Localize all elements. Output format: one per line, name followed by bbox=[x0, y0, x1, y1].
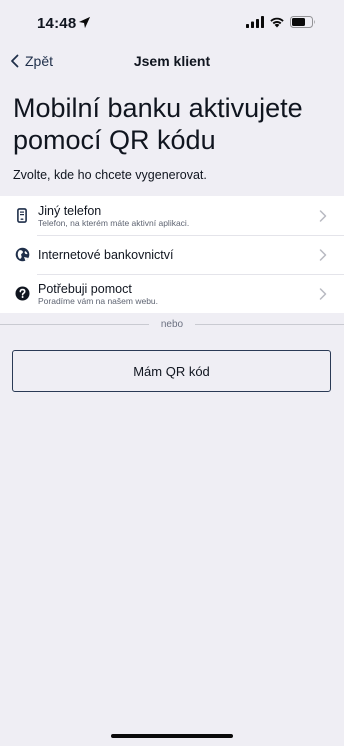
home-indicator[interactable] bbox=[111, 734, 233, 738]
option-title: Internetové bankovnictví bbox=[38, 247, 174, 262]
option-text: Internetové bankovnictví bbox=[38, 248, 314, 262]
option-description: Telefon, na kterém máte aktivní aplikaci… bbox=[38, 217, 190, 228]
or-divider: nebo bbox=[0, 316, 344, 332]
option-internet-banking[interactable]: Internetové bankovnictví bbox=[0, 235, 344, 274]
chevron-right-icon bbox=[319, 248, 327, 261]
option-title: Jiný telefon bbox=[38, 203, 102, 218]
help-icon bbox=[14, 286, 30, 302]
phone-icon bbox=[14, 208, 30, 224]
wifi-icon bbox=[270, 17, 284, 28]
divider-label: nebo bbox=[160, 318, 184, 330]
nav-bar: Zpět Jsem klient bbox=[0, 46, 344, 76]
page-subtitle: Zvolte, kde ho chcete vygenerovat. bbox=[13, 168, 207, 182]
have-qr-code-button[interactable]: Mám QR kód bbox=[12, 350, 331, 392]
globe-icon bbox=[14, 247, 30, 263]
chevron-right-icon bbox=[319, 287, 327, 300]
battery-icon bbox=[290, 16, 315, 28]
nav-title: Jsem klient bbox=[133, 53, 211, 69]
status-icons bbox=[246, 16, 316, 28]
divider-line bbox=[195, 323, 344, 325]
divider-line bbox=[0, 323, 149, 325]
chevron-right-icon bbox=[319, 209, 327, 222]
status-bar: 14:48 bbox=[0, 0, 344, 46]
option-need-help[interactable]: Potřebuji pomoct Poradíme vám na našem w… bbox=[0, 274, 344, 313]
status-time: 14:48 bbox=[37, 15, 77, 32]
location-arrow-icon bbox=[78, 16, 91, 29]
option-other-phone[interactable]: Jiný telefon Telefon, na kterém máte akt… bbox=[0, 196, 344, 235]
option-text: Potřebuji pomoct Poradíme vám na našem w… bbox=[38, 282, 314, 306]
option-description: Poradíme vám na našem webu. bbox=[38, 295, 159, 306]
option-text: Jiný telefon Telefon, na kterém máte akt… bbox=[38, 204, 314, 228]
page-title: Mobilní banku aktivujete pomocí QR kódu bbox=[13, 93, 303, 155]
option-title: Potřebuji pomoct bbox=[38, 281, 132, 296]
cellular-signal-icon bbox=[246, 16, 264, 28]
options-list: Jiný telefon Telefon, na kterém máte akt… bbox=[0, 196, 344, 313]
